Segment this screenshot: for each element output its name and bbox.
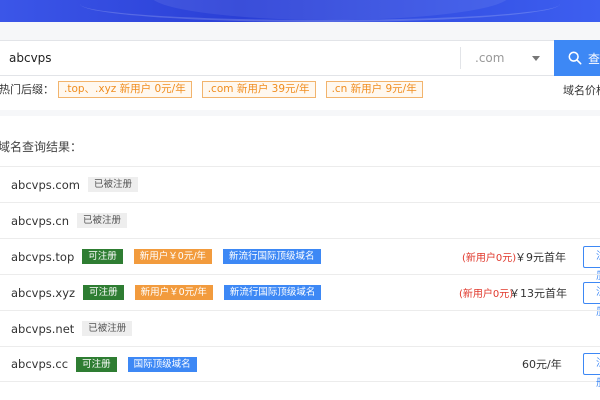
suffix-select[interactable]: .com [460, 47, 554, 69]
annual-price: 60元/年 [522, 358, 562, 371]
domain-type-badge: 国际顶级域名 [127, 356, 197, 372]
suffix-select-value: .com [475, 51, 505, 65]
result-domain: abcvps.cc [11, 357, 69, 371]
register-button[interactable]: 注册 [583, 281, 600, 318]
banner-gap [0, 22, 600, 40]
register-button[interactable]: 注册 [583, 353, 600, 389]
registered-badge: 已被注册 [87, 177, 138, 192]
search-button-label: 查询 [588, 51, 600, 66]
header-banner [0, 0, 600, 22]
result-row: abcvps.cn 已被注册 [0, 202, 600, 238]
search-button[interactable]: 查询 [554, 40, 600, 76]
registered-badge: 已被注册 [82, 321, 133, 336]
result-row: abcvps.xyz 可注册 新用户￥0元/年 新流行国际顶级域名 (新用户0元… [0, 274, 600, 318]
result-row: abcvps.com 已被注册 [0, 166, 600, 202]
hot-tag-cn[interactable]: .cn 新用户 9元/年 [325, 80, 423, 98]
results-title: 域名查询结果： [0, 140, 83, 154]
result-domain: abcvps.xyz [11, 285, 76, 300]
available-badge: 可注册 [76, 356, 117, 372]
domain-type-badge: 新流行国际顶级域名 [223, 285, 322, 300]
search-bar: .com 查询 [0, 40, 600, 76]
register-button[interactable]: 注册 [583, 245, 600, 282]
promo-text: (新用户0元) [459, 289, 514, 300]
hot-suffix-row: 热门后缀： .top、.xyz 新用户 0元/年 .com 新用户 39元/年 … [0, 79, 600, 99]
hot-tag-com[interactable]: .com 新用户 39元/年 [201, 80, 316, 98]
promo-text: (新用户0元) [462, 253, 517, 264]
registered-badge: 已被注册 [77, 213, 128, 228]
first-year-price: ￥13元首年 [509, 286, 567, 300]
search-icon [568, 51, 582, 65]
hot-suffix-label: 热门后缀： [0, 83, 54, 96]
new-user-badge: 新用户￥0元/年 [133, 249, 213, 264]
first-year-price: ￥9元首年 [515, 250, 566, 264]
domain-price-link[interactable]: 域名价格 [563, 82, 600, 98]
result-domain: abcvps.cn [11, 213, 70, 228]
result-row: abcvps.top 可注册 新用户￥0元/年 新流行国际顶级域名 (新用户0元… [0, 238, 600, 282]
result-row: abcvps.net 已被注册 [0, 310, 600, 346]
available-badge: 可注册 [82, 249, 123, 264]
result-domain: abcvps.com [11, 177, 80, 192]
result-domain: abcvps.top [11, 249, 75, 264]
new-user-badge: 新用户￥0元/年 [134, 285, 213, 300]
hot-tag-top-xyz[interactable]: .top、.xyz 新用户 0元/年 [58, 80, 192, 98]
available-badge: 可注册 [83, 285, 124, 300]
result-row: abcvps.cc 可注册 国际顶级域名 60元/年 注册 [0, 346, 600, 389]
chevron-down-icon [532, 55, 540, 61]
domain-search-input[interactable] [0, 41, 460, 75]
domain-type-badge: 新流行国际顶级域名 [223, 249, 321, 264]
result-domain: abcvps.net [11, 321, 75, 336]
section-divider [0, 110, 600, 116]
